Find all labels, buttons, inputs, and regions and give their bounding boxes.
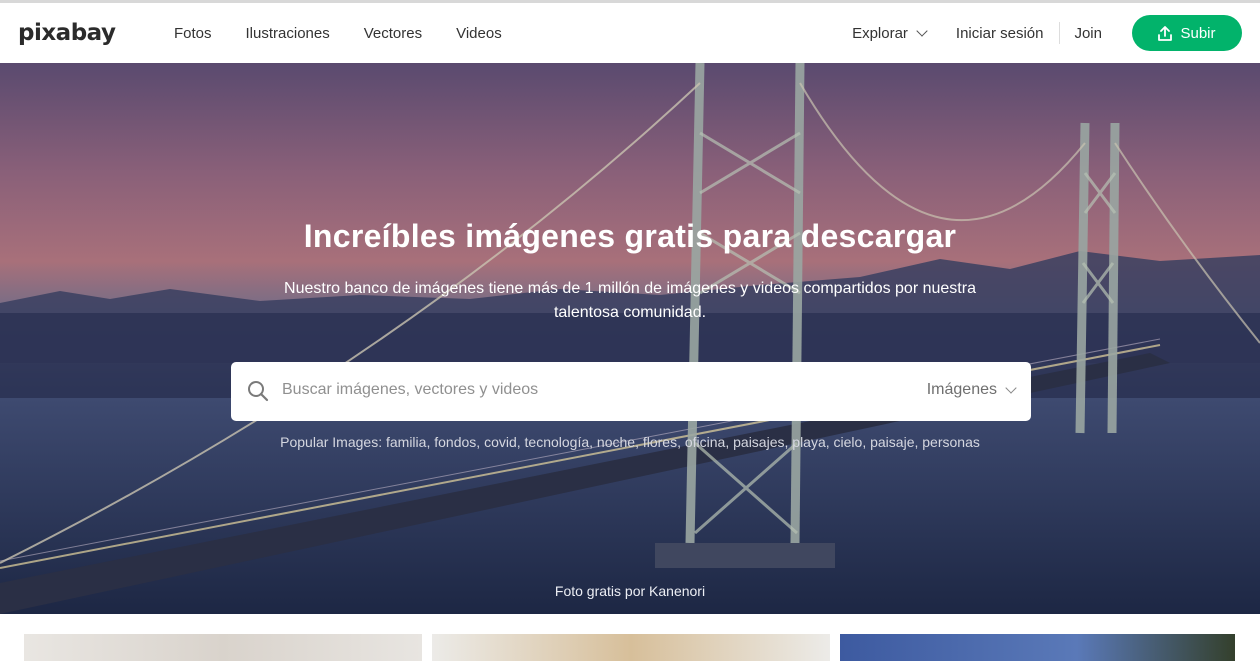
hero-title: Increíbles imágenes gratis para descarga… — [303, 218, 957, 254]
tag-separator: , — [589, 434, 597, 450]
search-input[interactable]: Buscar imágenes, vectores y videos — [282, 381, 538, 399]
image-thumbnail[interactable] — [24, 634, 422, 661]
site-header: pixabay Fotos Ilustraciones Vectores Vid… — [0, 3, 1260, 63]
popular-tag[interactable]: flores — [643, 434, 677, 450]
photo-credit[interactable]: Foto gratis por Kanenori — [0, 583, 1260, 599]
tag-separator: , — [635, 434, 643, 450]
upload-icon — [1158, 25, 1173, 41]
upload-button[interactable]: Subir — [1132, 15, 1242, 51]
media-type-label: Imágenes — [926, 381, 997, 398]
image-thumbnail[interactable] — [432, 634, 830, 661]
popular-tag[interactable]: familia — [386, 434, 426, 450]
popular-tag[interactable]: playa — [792, 434, 825, 450]
tag-separator: , — [677, 434, 685, 450]
divider — [1059, 22, 1061, 44]
nav-ilustraciones[interactable]: Ilustraciones — [246, 25, 330, 42]
search-bar: Buscar imágenes, vectores y videos Imáge… — [231, 362, 1031, 421]
nav-vectores[interactable]: Vectores — [364, 25, 422, 42]
tag-separator: , — [825, 434, 834, 450]
popular-tags: Popular Images: familia, fondos, covid, … — [0, 434, 1260, 450]
chevron-down-icon — [1005, 382, 1017, 394]
popular-tag[interactable]: paisajes — [733, 434, 784, 450]
explore-menu[interactable]: Explorar — [852, 24, 928, 42]
chevron-down-icon — [916, 25, 928, 37]
user-nav: Explorar Iniciar sesión Join Subir — [852, 3, 1242, 63]
tag-separator: , — [516, 434, 525, 450]
popular-tag[interactable]: personas — [922, 434, 980, 450]
tag-separator: , — [725, 434, 734, 450]
image-thumbnail[interactable] — [840, 634, 1235, 661]
media-type-select[interactable]: Imágenes — [926, 381, 1017, 399]
popular-tag[interactable]: cielo — [834, 434, 863, 450]
hero-background-image — [0, 63, 1260, 614]
popular-tag[interactable]: covid — [484, 434, 517, 450]
popular-tag-list: familia, fondos, covid, tecnología, noch… — [386, 434, 980, 450]
nav-fotos[interactable]: Fotos — [174, 25, 212, 42]
hero-section: Increíbles imágenes gratis para descarga… — [0, 63, 1260, 614]
popular-label: Popular Images: — [280, 434, 383, 450]
main-nav: Fotos Ilustraciones Vectores Videos — [174, 3, 536, 63]
popular-tag[interactable]: oficina — [685, 434, 725, 450]
popular-tag[interactable]: tecnología — [525, 434, 590, 450]
tag-separator: , — [862, 434, 871, 450]
join-link[interactable]: Join — [1074, 25, 1102, 42]
upload-label: Subir — [1180, 24, 1216, 42]
nav-videos[interactable]: Videos — [456, 25, 502, 42]
hero-subtitle: Nuestro banco de imágenes tiene más de 1… — [284, 280, 976, 321]
popular-tag[interactable]: paisaje — [870, 434, 914, 450]
search-icon[interactable] — [247, 380, 269, 402]
explore-label: Explorar — [852, 24, 908, 42]
popular-tag[interactable]: noche — [597, 434, 635, 450]
login-link[interactable]: Iniciar sesión — [956, 25, 1044, 42]
pixabay-logo[interactable]: pixabay — [18, 20, 116, 46]
image-grid — [0, 634, 1260, 661]
tag-separator: , — [476, 434, 485, 450]
popular-tag[interactable]: fondos — [434, 434, 476, 450]
